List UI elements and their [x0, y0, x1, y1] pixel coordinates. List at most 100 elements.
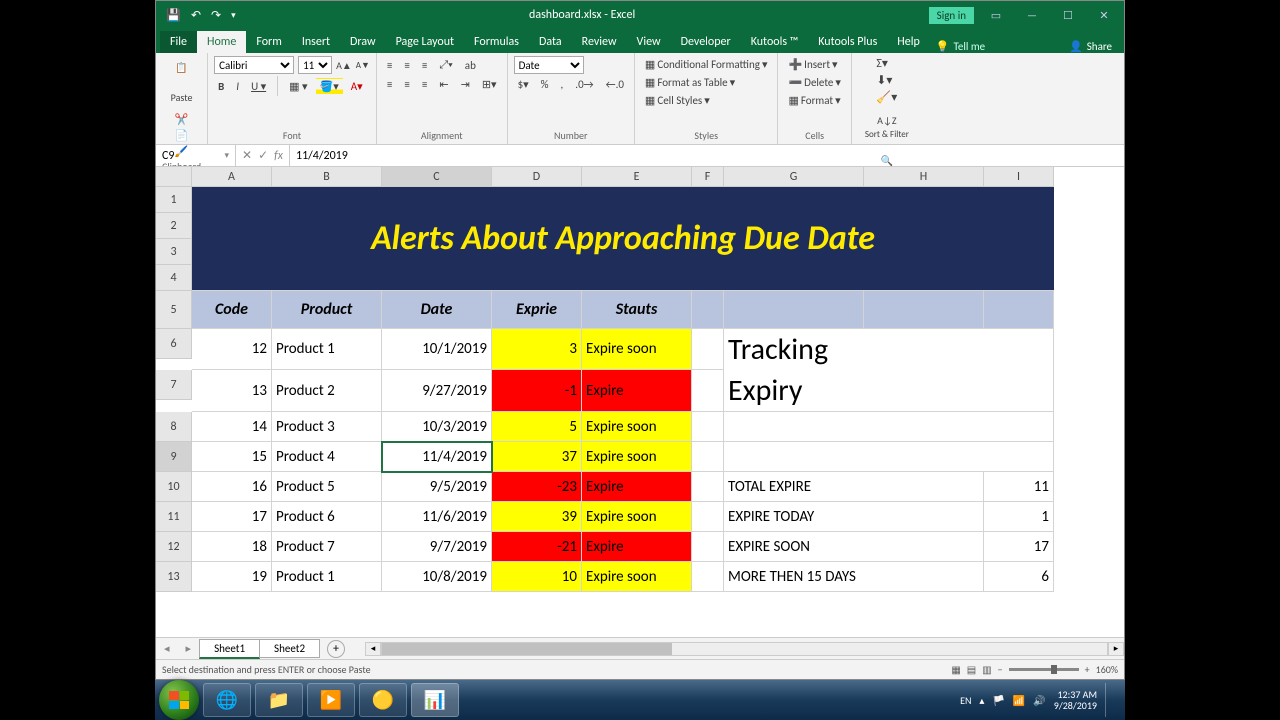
- formula-input[interactable]: 11/4/2019: [290, 145, 1124, 166]
- cell[interactable]: [692, 370, 724, 412]
- font-color-button[interactable]: A▾: [347, 78, 367, 95]
- cell[interactable]: 1: [156, 187, 192, 213]
- format-as-table-button[interactable]: ▦ Format as Table ▾: [641, 74, 772, 91]
- autosum-icon[interactable]: Σ▾: [876, 56, 897, 71]
- redo-icon[interactable]: ↷: [211, 8, 221, 23]
- cell[interactable]: 9/7/2019: [382, 532, 492, 562]
- cell[interactable]: 39: [492, 502, 582, 532]
- taskbar-media-icon[interactable]: ▶️: [307, 683, 355, 717]
- undo-icon[interactable]: ↶: [191, 8, 201, 23]
- comma-icon[interactable]: ,: [557, 76, 568, 93]
- font-size-select[interactable]: 11: [298, 56, 332, 74]
- tab-file[interactable]: File: [160, 31, 197, 53]
- add-sheet-button[interactable]: +: [327, 640, 345, 658]
- tray-up-icon[interactable]: ▴: [979, 694, 984, 707]
- show-desktop-button[interactable]: [1105, 683, 1115, 717]
- tab-insert[interactable]: Insert: [292, 31, 340, 53]
- cell[interactable]: -23: [492, 472, 582, 502]
- cell[interactable]: 13: [192, 370, 272, 412]
- tracking-title-2[interactable]: Expiry: [724, 370, 1054, 412]
- cell[interactable]: Product 4: [272, 442, 382, 472]
- tab-kutools-plus[interactable]: Kutools Plus: [808, 31, 887, 53]
- fx-icon[interactable]: fx: [274, 149, 283, 163]
- tab-formulas[interactable]: Formulas: [464, 31, 529, 53]
- cell[interactable]: [692, 562, 724, 592]
- cell[interactable]: 12: [156, 532, 192, 562]
- fill-color-button[interactable]: 🪣▾: [316, 78, 343, 95]
- cell[interactable]: [984, 291, 1054, 329]
- orientation-icon[interactable]: ⤢▾: [435, 56, 456, 74]
- increase-indent-icon[interactable]: ⇥: [457, 76, 474, 93]
- cell[interactable]: 17: [192, 502, 272, 532]
- maximize-icon[interactable]: ☐: [1054, 5, 1082, 25]
- taskbar-excel-icon[interactable]: 📊: [411, 683, 459, 717]
- name-box[interactable]: C9▾: [156, 145, 236, 166]
- minimize-icon[interactable]: —: [1018, 5, 1046, 25]
- cell[interactable]: 11/4/2019: [382, 442, 492, 472]
- align-middle-icon[interactable]: ≡: [400, 57, 413, 74]
- cell[interactable]: [692, 502, 724, 532]
- conditional-formatting-button[interactable]: ▦ Conditional Formatting ▾: [641, 56, 772, 73]
- taskbar-chrome-icon[interactable]: 🟡: [359, 683, 407, 717]
- table-header-date[interactable]: Date: [382, 291, 492, 329]
- cell-styles-button[interactable]: ▦ Cell Styles ▾: [641, 92, 772, 109]
- tray-flag-icon[interactable]: 🏳️: [992, 694, 1004, 707]
- taskbar-ie-icon[interactable]: 🌐: [203, 683, 251, 717]
- align-left-icon[interactable]: ≡: [383, 76, 396, 93]
- cell[interactable]: -1: [492, 370, 582, 412]
- sheet-nav-next[interactable]: ▸: [178, 642, 200, 655]
- paste-button[interactable]: 📋Paste: [163, 56, 201, 109]
- cell[interactable]: Product 3: [272, 412, 382, 442]
- tab-view[interactable]: View: [627, 31, 671, 53]
- ribbon-options-icon[interactable]: ▭: [982, 5, 1010, 25]
- cell[interactable]: 15: [192, 442, 272, 472]
- cell[interactable]: Product 6: [272, 502, 382, 532]
- cell[interactable]: Product 5: [272, 472, 382, 502]
- cell[interactable]: Expire soon: [582, 442, 692, 472]
- tab-help[interactable]: Help: [887, 31, 930, 53]
- enter-formula-icon[interactable]: ✓: [258, 148, 268, 163]
- zoom-out-icon[interactable]: −: [998, 663, 1003, 676]
- tab-review[interactable]: Review: [572, 31, 627, 53]
- copy-icon[interactable]: 📄: [175, 129, 189, 142]
- start-button[interactable]: [159, 680, 199, 720]
- col-header-E[interactable]: E: [582, 167, 692, 187]
- cell[interactable]: -21: [492, 532, 582, 562]
- summary-label[interactable]: EXPIRE TODAY: [724, 502, 984, 532]
- table-header-expire[interactable]: Exprie: [492, 291, 582, 329]
- col-header-F[interactable]: F: [692, 167, 724, 187]
- sheet-nav-prev[interactable]: ◂: [156, 642, 178, 655]
- cell[interactable]: 10: [156, 472, 192, 502]
- format-cells-button[interactable]: ▦ Format ▾: [784, 92, 844, 109]
- view-layout-icon[interactable]: ▤: [967, 663, 976, 676]
- col-header-C[interactable]: C: [382, 167, 492, 187]
- cell[interactable]: Product 1: [272, 329, 382, 370]
- hscroll-left[interactable]: ◂: [365, 642, 381, 656]
- cell[interactable]: 18: [192, 532, 272, 562]
- cell[interactable]: 16: [192, 472, 272, 502]
- zoom-slider[interactable]: [1009, 668, 1079, 671]
- cell[interactable]: [692, 472, 724, 502]
- spreadsheet-grid[interactable]: ABCDEFGHI1Alerts About Approaching Due D…: [156, 167, 1124, 637]
- tab-kutools[interactable]: Kutools ™: [741, 31, 809, 53]
- view-break-icon[interactable]: ▥: [982, 663, 991, 676]
- italic-button[interactable]: I: [232, 78, 243, 95]
- col-header-D[interactable]: D: [492, 167, 582, 187]
- col-header-G[interactable]: G: [724, 167, 864, 187]
- align-bottom-icon[interactable]: ≡: [418, 57, 431, 74]
- hscroll-right[interactable]: ▸: [1108, 642, 1124, 656]
- cell[interactable]: [156, 167, 192, 187]
- tab-draw[interactable]: Draw: [340, 31, 386, 53]
- cell[interactable]: 19: [192, 562, 272, 592]
- cell[interactable]: 2: [156, 213, 192, 239]
- cell[interactable]: 10/1/2019: [382, 329, 492, 370]
- number-format-select[interactable]: Date: [514, 56, 584, 74]
- cell[interactable]: 14: [192, 412, 272, 442]
- col-header-I[interactable]: I: [984, 167, 1054, 187]
- cell[interactable]: [864, 291, 984, 329]
- cell[interactable]: 9: [156, 442, 192, 472]
- zoom-in-icon[interactable]: +: [1085, 663, 1090, 676]
- cell[interactable]: Expire soon: [582, 329, 692, 370]
- view-normal-icon[interactable]: ▦: [951, 663, 960, 676]
- cell[interactable]: Product 7: [272, 532, 382, 562]
